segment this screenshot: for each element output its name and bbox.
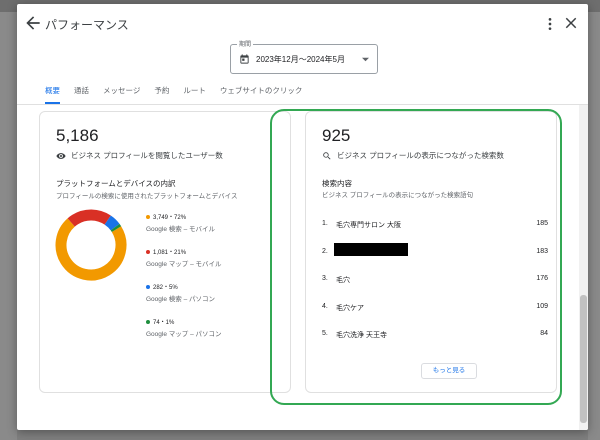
background-left-panel — [0, 12, 17, 440]
query-count: 84 — [540, 330, 548, 337]
platform-section-subtitle: プロフィールの検索に使用されたプラットフォームとデバイス — [56, 193, 238, 200]
close-icon[interactable] — [562, 14, 580, 32]
tab-website-clicks[interactable]: ウェブサイトのクリック — [220, 86, 303, 104]
legend-value: 74・1% — [153, 320, 175, 326]
query-count: 109 — [536, 302, 548, 310]
legend-name: Google 検索 – パソコン — [146, 296, 215, 303]
legend-item: 3,749・72% Google 検索 – モバイル — [146, 212, 286, 247]
see-more-button[interactable]: もっと見る — [421, 363, 477, 379]
background-right-panel — [588, 12, 600, 440]
dialog-content: 5,186 ビジネス プロフィールを閲覧したユーザー数 プラットフォームとデバイ… — [17, 105, 579, 430]
period-value: 2023年12月～2024年5月 — [256, 55, 345, 64]
searches-card: 925 ビジネス プロフィールの表示につながった検索数 検索内容 ビジネス プロ… — [305, 111, 557, 393]
legend-dot — [146, 215, 150, 219]
query-rank: 4. — [322, 302, 328, 310]
calendar-icon — [240, 54, 249, 64]
platform-donut-chart — [55, 209, 127, 281]
dropdown-arrow-icon — [362, 57, 369, 62]
tab-directions[interactable]: ルート — [183, 86, 206, 104]
query-count: 183 — [536, 247, 548, 255]
tab-bookings[interactable]: 予約 — [154, 86, 169, 104]
searches-metric: ビジネス プロフィールの表示につながった検索数 — [322, 150, 504, 161]
scrollbar-thumb[interactable] — [580, 295, 587, 423]
queries-section-subtitle: ビジネス プロフィールの表示につながった検索語句 — [322, 192, 474, 199]
tab-calls[interactable]: 通話 — [74, 86, 89, 104]
query-row: 3. 毛穴 176 — [322, 275, 548, 303]
query-rank: 5. — [322, 330, 328, 337]
dialog-title: パフォーマンス — [45, 18, 129, 32]
period-label: 期間 — [237, 39, 254, 48]
query-rank: 3. — [322, 275, 328, 282]
more-options-icon[interactable] — [542, 14, 558, 34]
searches-label: ビジネス プロフィールの表示につながった検索数 — [337, 151, 504, 160]
query-term: 毛穴 — [336, 277, 350, 284]
legend-name: Google マップ – モバイル — [146, 261, 222, 268]
searches-total: 925 — [322, 126, 351, 145]
platform-section-title: プラットフォームとデバイスの内訳 — [56, 179, 176, 188]
search-query-list: 1. 毛穴専門サロン 大阪 185 2. 183 3. 毛穴 176 4. 毛穴… — [322, 220, 548, 358]
query-term: 毛穴専門サロン 大阪 — [336, 222, 401, 229]
profile-views-total: 5,186 — [56, 126, 99, 145]
legend-dot — [146, 285, 150, 289]
profile-views-card: 5,186 ビジネス プロフィールを閲覧したユーザー数 プラットフォームとデバイ… — [39, 111, 291, 393]
query-count: 185 — [536, 220, 548, 227]
eye-icon — [56, 152, 66, 159]
legend-dot — [146, 320, 150, 324]
profile-views-metric: ビジネス プロフィールを閲覧したユーザー数 — [56, 150, 223, 161]
query-row: 2. 183 — [322, 242, 548, 276]
legend-item: 1,081・21% Google マップ – モバイル — [146, 247, 286, 282]
tab-messages[interactable]: メッセージ — [103, 86, 140, 104]
legend-item: 282・5% Google 検索 – パソコン — [146, 282, 286, 317]
legend-value: 3,749・72% — [153, 215, 187, 221]
legend-name: Google マップ – パソコン — [146, 331, 222, 338]
query-rank: 2. — [322, 247, 328, 255]
legend-item: 74・1% Google マップ – パソコン — [146, 317, 286, 352]
search-icon — [323, 151, 331, 160]
query-count: 176 — [536, 275, 548, 282]
query-row: 5. 毛穴洗浄 天王寺 84 — [322, 330, 548, 358]
redacted-query-block — [334, 242, 408, 256]
legend-dot — [146, 250, 150, 254]
query-row: 4. 毛穴ケア 109 — [322, 303, 548, 331]
profile-views-label: ビジネス プロフィールを閲覧したユーザー数 — [71, 151, 223, 160]
platform-legend: 3,749・72% Google 検索 – モバイル 1,081・21% Goo… — [146, 212, 286, 352]
dialog-header: パフォーマンス — [17, 4, 588, 40]
period-selector[interactable]: 期間 2023年12月～2024年5月 — [230, 39, 378, 74]
query-term: 毛穴ケア — [336, 304, 364, 312]
queries-section-title: 検索内容 — [322, 179, 352, 188]
legend-name: Google 検索 – モバイル — [146, 226, 215, 233]
legend-value: 1,081・21% — [153, 250, 187, 256]
tab-bar: 概要 通話 メッセージ 予約 ルート ウェブサイトのクリック — [45, 86, 316, 104]
performance-dialog: パフォーマンス 期間 2023年12月～2024年5月 概要 通話 メッセージ … — [17, 4, 588, 430]
dialog-scrollbar[interactable] — [579, 105, 588, 430]
legend-value: 282・5% — [153, 285, 178, 291]
back-arrow-icon[interactable] — [23, 13, 43, 33]
query-term: 毛穴洗浄 天王寺 — [336, 332, 387, 339]
tab-overview[interactable]: 概要 — [45, 86, 60, 104]
query-rank: 1. — [322, 220, 328, 227]
